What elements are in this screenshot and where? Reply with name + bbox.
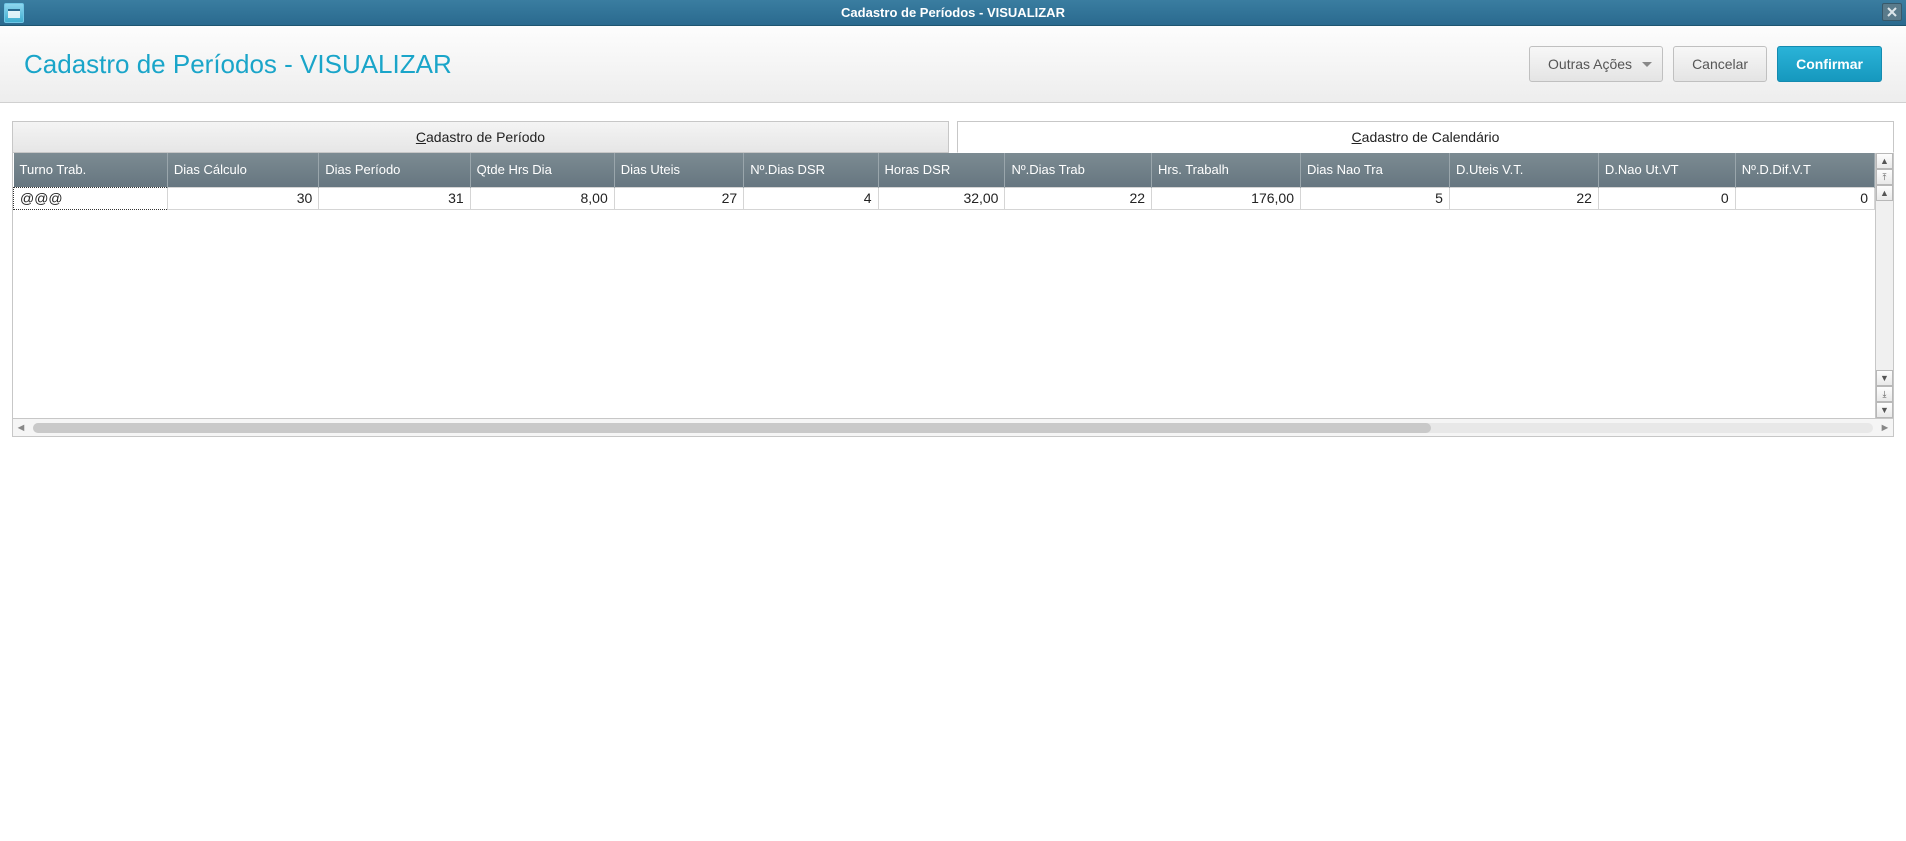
window-icon (4, 3, 24, 23)
col-header[interactable]: Dias Nao Tra (1300, 153, 1449, 187)
window-title: Cadastro de Períodos - VISUALIZAR (841, 5, 1065, 20)
col-header[interactable]: Horas DSR (878, 153, 1005, 187)
grid-main: Turno Trab. Dias Cálculo Dias Período Qt… (13, 153, 1875, 418)
data-grid: Turno Trab. Dias Cálculo Dias Período Qt… (13, 153, 1875, 210)
cell[interactable]: 27 (614, 187, 743, 209)
page-title: Cadastro de Períodos - VISUALIZAR (24, 49, 452, 80)
col-header[interactable]: Dias Período (319, 153, 470, 187)
col-header[interactable]: Nº.Dias DSR (744, 153, 878, 187)
tab-cadastro-periodo[interactable]: Cadastro de Período (12, 121, 949, 153)
col-header[interactable]: D.Uteis V.T. (1449, 153, 1598, 187)
cell-turno-trab[interactable]: @@@ (14, 187, 168, 209)
header-area: Cadastro de Períodos - VISUALIZAR Outras… (0, 26, 1906, 103)
scroll-page-up-icon[interactable]: ⤒ (1876, 169, 1893, 185)
tab-label: Cadastro de Calendário (1352, 129, 1500, 145)
confirm-button[interactable]: Confirmar (1777, 46, 1882, 82)
grid-container: Turno Trab. Dias Cálculo Dias Período Qt… (12, 153, 1894, 437)
cancel-label: Cancelar (1692, 56, 1748, 72)
vertical-nav: ▲ ⤒ ▲ ▼ ⤓ ▼ (1875, 153, 1893, 418)
cell[interactable]: 5 (1300, 187, 1449, 209)
scroll-down-icon[interactable]: ▼ (1876, 370, 1893, 386)
cell[interactable]: 0 (1598, 187, 1735, 209)
col-header[interactable]: Nº.Dias Trab (1005, 153, 1152, 187)
content-area: Cadastro de Período Cadastro de Calendár… (0, 121, 1906, 437)
cell[interactable]: 32,00 (878, 187, 1005, 209)
window-titlebar: Cadastro de Períodos - VISUALIZAR (0, 0, 1906, 26)
cell[interactable]: 22 (1449, 187, 1598, 209)
tab-cadastro-calendario[interactable]: Cadastro de Calendário (957, 121, 1894, 153)
table-row[interactable]: @@@ 30 31 8,00 27 4 32,00 22 176,00 5 22… (14, 187, 1875, 209)
header-buttons: Outras Ações Cancelar Confirmar (1529, 46, 1882, 82)
col-header[interactable]: Nº.D.Dif.V.T (1735, 153, 1874, 187)
col-header[interactable]: D.Nao Ut.VT (1598, 153, 1735, 187)
cancel-button[interactable]: Cancelar (1673, 46, 1767, 82)
horizontal-scrollbar[interactable]: ◄ ► (13, 418, 1893, 436)
cell[interactable]: 31 (319, 187, 470, 209)
scroll-thumb[interactable] (33, 423, 1431, 433)
col-header[interactable]: Qtde Hrs Dia (470, 153, 614, 187)
cell[interactable]: 8,00 (470, 187, 614, 209)
scroll-top-icon[interactable]: ▲ (1876, 153, 1893, 169)
close-icon (1887, 7, 1897, 17)
cell[interactable]: 30 (167, 187, 318, 209)
cell[interactable]: 0 (1735, 187, 1874, 209)
cell[interactable]: 176,00 (1152, 187, 1301, 209)
cell[interactable]: 4 (744, 187, 878, 209)
grid-header-row: Turno Trab. Dias Cálculo Dias Período Qt… (14, 153, 1875, 187)
col-header[interactable]: Dias Cálculo (167, 153, 318, 187)
tab-label: Cadastro de Período (416, 129, 545, 145)
scroll-track[interactable] (33, 423, 1873, 433)
other-actions-label: Outras Ações (1548, 56, 1632, 72)
scroll-bottom-icon[interactable]: ▼ (1876, 402, 1893, 418)
cell[interactable]: 22 (1005, 187, 1152, 209)
other-actions-button[interactable]: Outras Ações (1529, 46, 1663, 82)
col-header[interactable]: Dias Uteis (614, 153, 743, 187)
scroll-page-down-icon[interactable]: ⤓ (1876, 386, 1893, 402)
col-header[interactable]: Hrs. Trabalh (1152, 153, 1301, 187)
tabs: Cadastro de Período Cadastro de Calendár… (12, 121, 1894, 153)
scroll-up-icon[interactable]: ▲ (1876, 185, 1893, 201)
scroll-left-icon[interactable]: ◄ (13, 421, 29, 435)
scroll-right-icon[interactable]: ► (1877, 421, 1893, 435)
col-header[interactable]: Turno Trab. (14, 153, 168, 187)
confirm-label: Confirmar (1796, 56, 1863, 72)
window-close-button[interactable] (1882, 3, 1902, 21)
